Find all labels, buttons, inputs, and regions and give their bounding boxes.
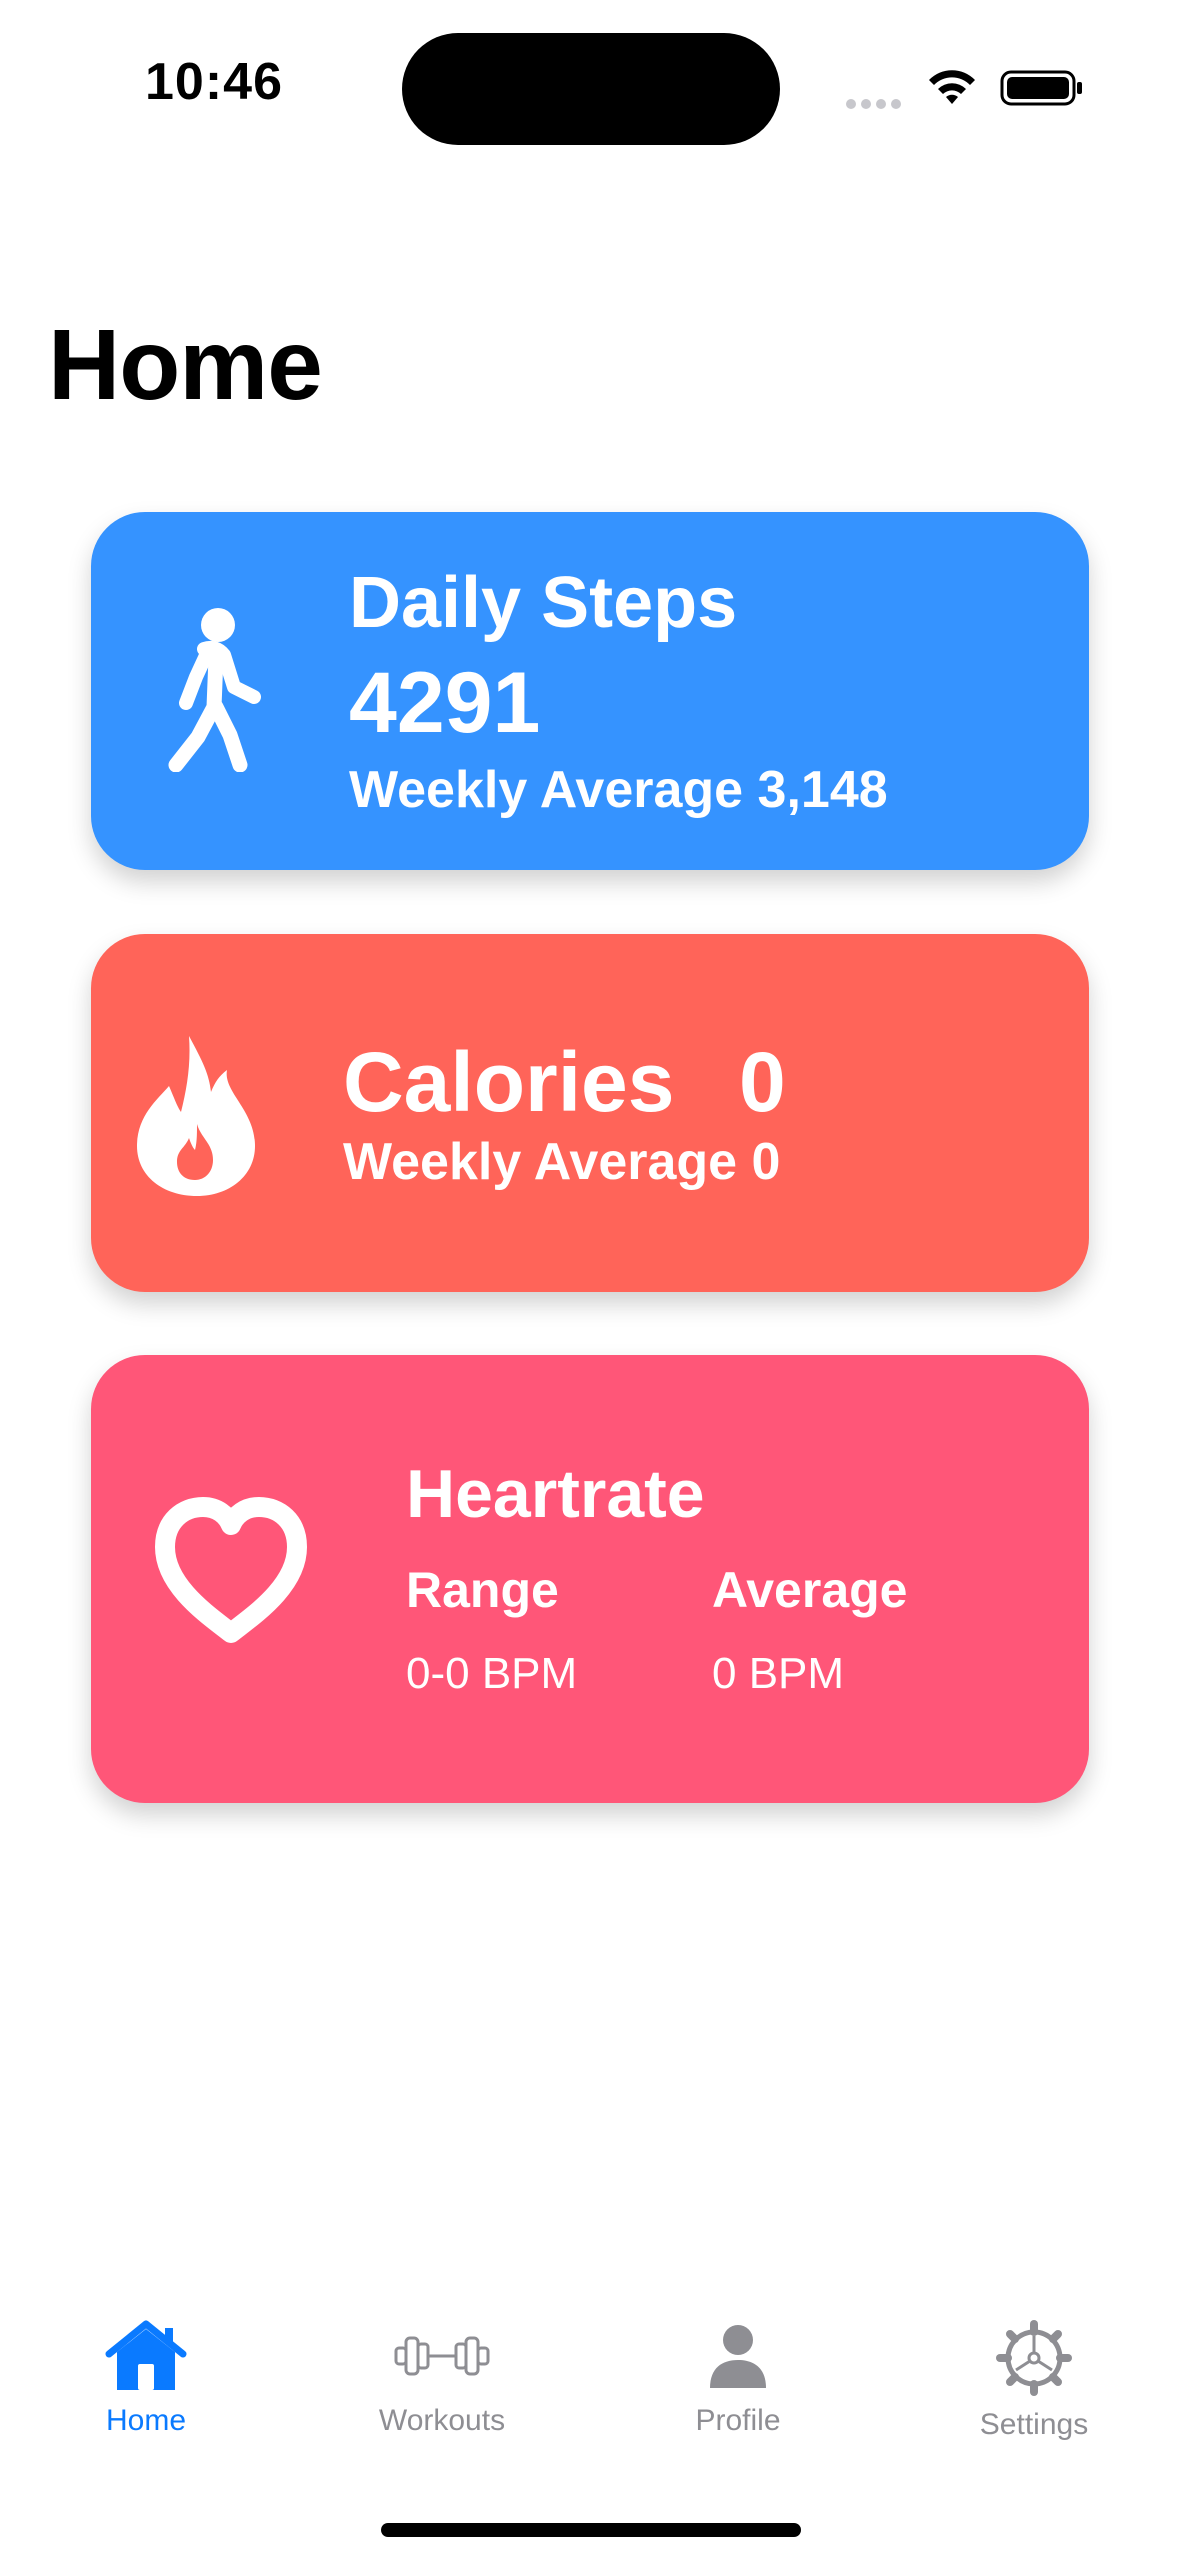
heartrate-range-value: 0-0 BPM bbox=[406, 1649, 578, 1698]
person-icon bbox=[710, 2325, 766, 2388]
status-time: 10:46 bbox=[145, 53, 283, 111]
heart-icon bbox=[155, 1497, 307, 1643]
heartrate-card[interactable]: Heartrate Range Average 0-0 BPM 0 BPM bbox=[91, 1355, 1089, 1803]
heartrate-average-value: 0 BPM bbox=[712, 1649, 845, 1698]
calories-title: Calories bbox=[343, 1035, 675, 1129]
steps-value: 4291 bbox=[349, 655, 541, 751]
heartrate-title: Heartrate bbox=[406, 1456, 705, 1532]
dynamic-island bbox=[402, 33, 780, 145]
home-indicator[interactable] bbox=[381, 2523, 801, 2537]
heartrate-average-label: Average bbox=[712, 1562, 908, 1618]
calories-value: 0 bbox=[739, 1035, 786, 1129]
tab-settings[interactable]: Settings bbox=[914, 2320, 1154, 2460]
calories-weekly-average: Weekly Average 0 bbox=[343, 1133, 781, 1191]
steps-title: Daily Steps bbox=[349, 563, 738, 643]
gear-icon bbox=[996, 2320, 1072, 2396]
tab-profile-label: Profile bbox=[695, 2404, 781, 2437]
page-title: Home bbox=[48, 309, 323, 421]
calories-card[interactable]: Calories 0 Weekly Average 0 bbox=[91, 934, 1089, 1292]
tab-profile[interactable]: Profile bbox=[618, 2320, 858, 2460]
cellular-signal-icon bbox=[846, 96, 908, 109]
tab-settings-label: Settings bbox=[979, 2408, 1089, 2441]
daily-steps-card[interactable]: Daily Steps 4291 Weekly Average 3,148 bbox=[91, 512, 1089, 870]
steps-weekly-average: Weekly Average 3,148 bbox=[349, 761, 888, 819]
tab-workouts-label: Workouts bbox=[378, 2404, 506, 2437]
battery-icon bbox=[1000, 70, 1082, 106]
flame-icon bbox=[137, 1036, 255, 1196]
tab-workouts[interactable]: Workouts bbox=[322, 2320, 562, 2460]
dumbbell-icon bbox=[394, 2336, 490, 2376]
tab-home[interactable]: Home bbox=[26, 2320, 266, 2460]
tab-home-label: Home bbox=[105, 2404, 187, 2437]
walking-figure-icon bbox=[168, 608, 261, 772]
heartrate-range-label: Range bbox=[406, 1562, 559, 1618]
wifi-icon bbox=[929, 70, 975, 104]
tab-bar: Home Workouts Profile Settings bbox=[0, 2300, 1179, 2500]
house-icon bbox=[105, 2320, 187, 2390]
